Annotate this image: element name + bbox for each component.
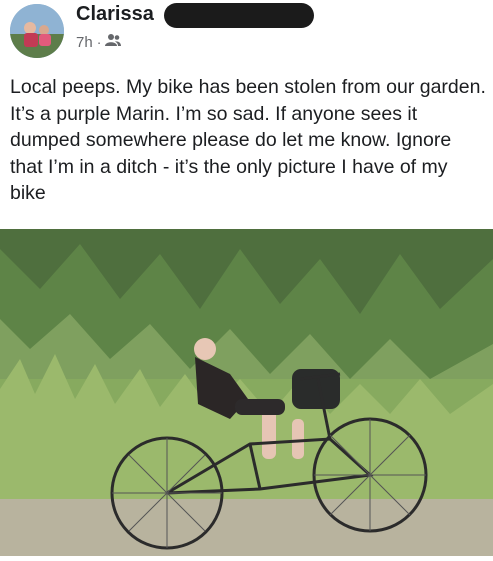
author-name[interactable]: Clarissa (76, 3, 154, 26)
friends-icon[interactable] (105, 33, 122, 51)
post-photo[interactable] (0, 229, 493, 556)
name-redaction (164, 3, 314, 28)
avatar-image (10, 4, 64, 58)
avatar[interactable] (10, 4, 64, 58)
post-text: Local peeps. My bike has been stolen fro… (10, 76, 486, 204)
post-timestamp[interactable]: 7h (76, 34, 93, 51)
post-meta: 7h · (76, 33, 122, 51)
meta-separator: · (96, 34, 102, 50)
post-header: Clarissa 7h · (0, 0, 493, 62)
photo-bike-in-ditch (0, 229, 493, 556)
